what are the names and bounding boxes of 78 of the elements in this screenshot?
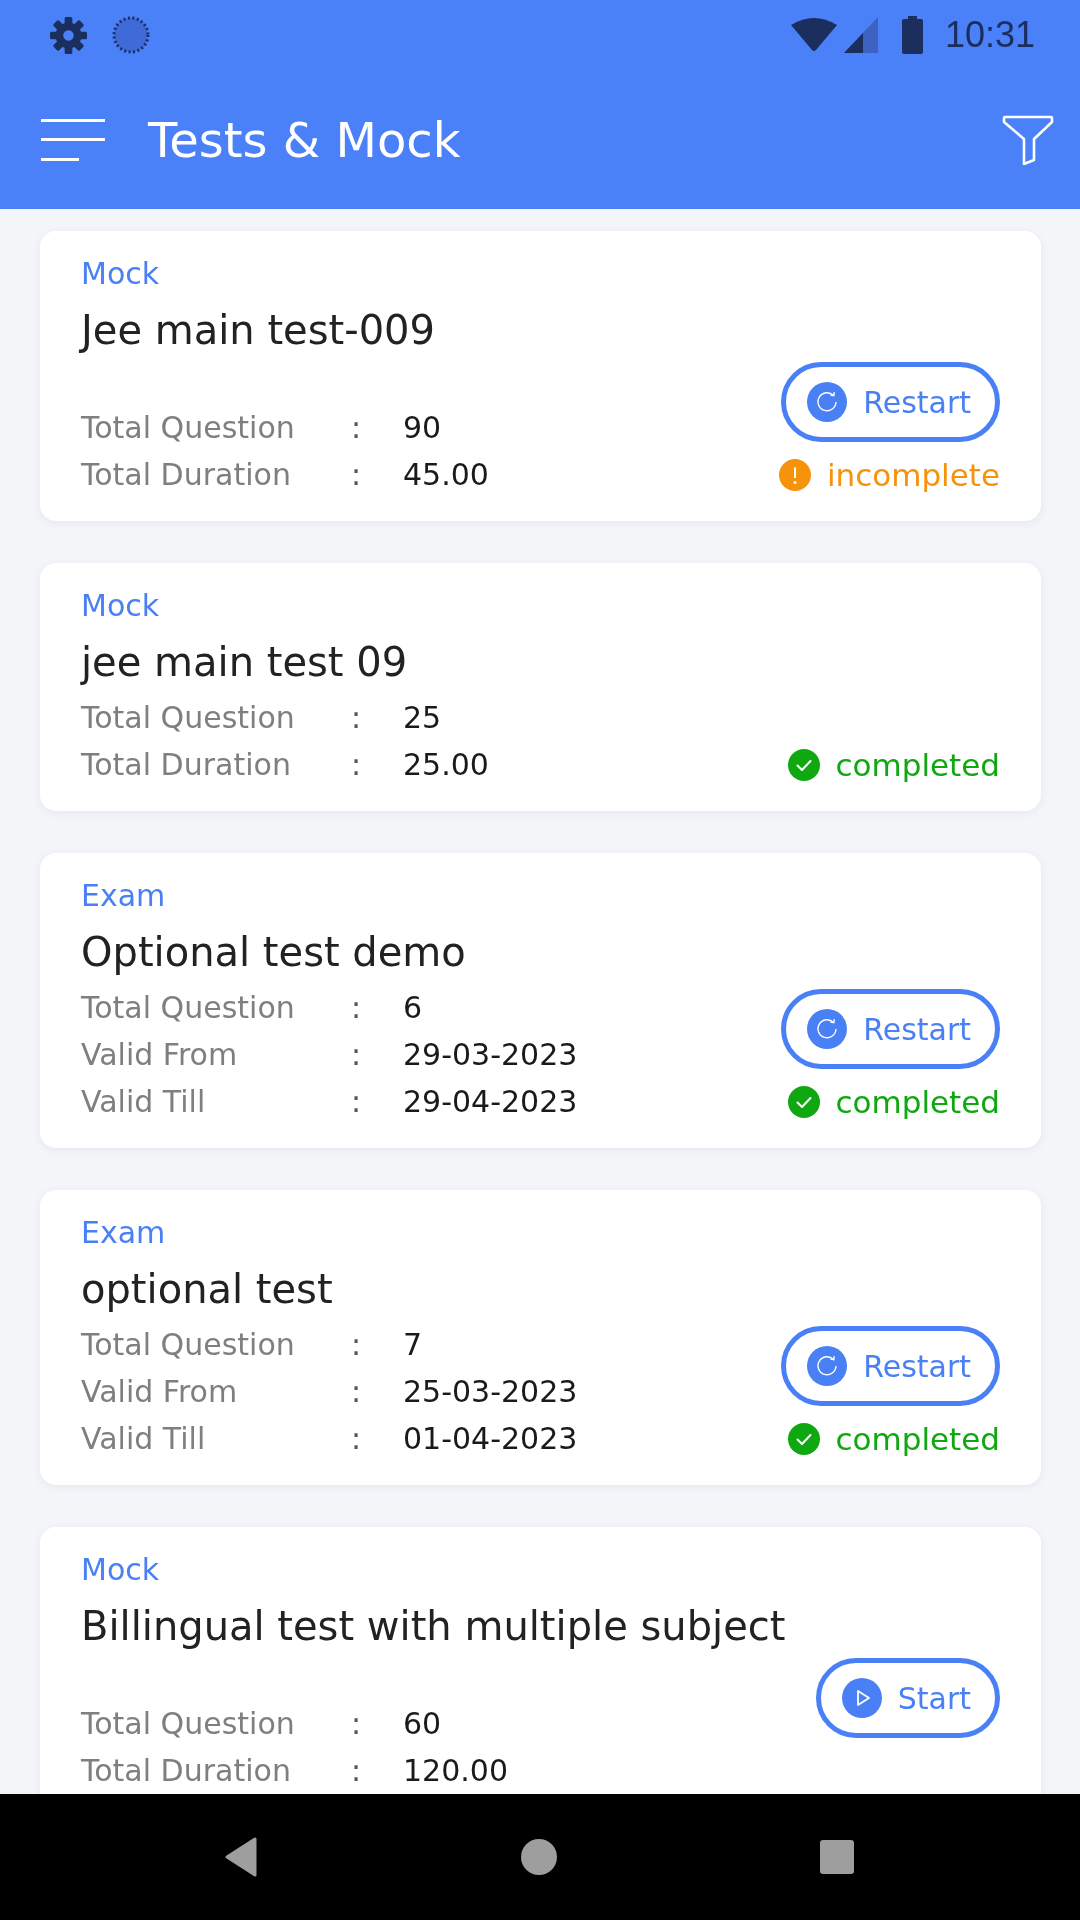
signal-icon	[843, 17, 878, 53]
detail-separator: :	[351, 1420, 362, 1458]
detail-separator: :	[351, 989, 362, 1027]
menu-icon[interactable]	[41, 118, 105, 161]
detail-label: Total Duration	[81, 1752, 291, 1790]
detail-separator: :	[351, 1705, 362, 1743]
spinner-icon	[112, 16, 150, 54]
check-icon	[787, 1422, 820, 1455]
restart-button[interactable]: Restart	[781, 989, 1000, 1069]
refresh-icon	[807, 1346, 848, 1386]
detail-label: Valid Till	[81, 1420, 206, 1458]
detail-label: Valid From	[81, 1373, 238, 1411]
test-card[interactable]: Exam Optional test demo Total Question : 6 Valid From : 29-03-2023 Valid Till : 29-04-2023 Restart completed	[40, 853, 1041, 1148]
check-icon	[787, 1085, 820, 1118]
test-type: Exam	[81, 877, 166, 915]
detail-label: Total Question	[81, 1705, 295, 1743]
detail-label: Total Duration	[81, 746, 291, 784]
test-title: Optional test demo	[81, 928, 466, 977]
filter-icon[interactable]	[1002, 114, 1054, 165]
status-time: 10:31	[944, 15, 1035, 55]
detail-value: 6	[403, 989, 423, 1027]
gear-icon	[50, 16, 87, 54]
detail-label: Total Question	[81, 699, 295, 737]
detail-separator: :	[351, 699, 362, 737]
detail-label: Total Duration	[81, 456, 291, 494]
battery-icon	[901, 16, 923, 54]
restart-button[interactable]: Restart	[781, 362, 1000, 442]
back-icon[interactable]	[225, 1837, 257, 1877]
detail-label: Valid Till	[81, 1083, 206, 1121]
detail-separator: :	[351, 1036, 362, 1074]
test-title: optional test	[81, 1265, 333, 1314]
play-icon	[841, 1678, 882, 1718]
test-card[interactable]: Mock Jee main test-009 Total Question : 90 Total Duration : 45.00 Restart incomplete	[40, 231, 1041, 521]
wifi-icon	[790, 18, 837, 52]
refresh-icon	[807, 382, 848, 422]
status-text: completed	[835, 1419, 1000, 1459]
detail-value: 120.00	[403, 1752, 508, 1790]
detail-separator: :	[351, 1083, 362, 1121]
home-icon[interactable]	[521, 1839, 557, 1875]
test-card[interactable]: Exam optional test Total Question : 7 Valid From : 25-03-2023 Valid Till : 01-04-2023 Restart completed	[40, 1190, 1041, 1485]
detail-separator: :	[351, 1752, 362, 1790]
status-text: incomplete	[826, 455, 1000, 495]
page-title: Tests & Mock	[148, 110, 462, 170]
detail-separator: :	[351, 456, 362, 494]
detail-value: 29-03-2023	[403, 1036, 578, 1074]
detail-label: Total Question	[81, 989, 295, 1027]
test-title: Jee main test-009	[81, 306, 435, 355]
refresh-icon	[807, 1009, 848, 1049]
test-title: Billingual test with multiple subject	[81, 1602, 786, 1651]
detail-value: 25.00	[403, 746, 489, 784]
exclamation-icon	[778, 458, 811, 491]
detail-value: 90	[403, 409, 442, 447]
detail-value: 25	[403, 699, 442, 737]
start-button[interactable]: Start	[815, 1658, 1000, 1738]
detail-separator: :	[351, 409, 362, 447]
detail-separator: :	[351, 1326, 362, 1364]
status-text: completed	[835, 745, 1000, 785]
test-type: Mock	[81, 255, 160, 293]
detail-value: 29-04-2023	[403, 1083, 578, 1121]
test-title: jee main test 09	[81, 638, 408, 687]
test-type: Mock	[81, 1551, 160, 1589]
check-icon	[787, 748, 820, 781]
detail-value: 45.00	[403, 456, 489, 494]
restart-button[interactable]: Restart	[781, 1326, 1000, 1406]
detail-label: Total Question	[81, 409, 295, 447]
detail-value: 01-04-2023	[403, 1420, 578, 1458]
detail-value: 7	[403, 1326, 423, 1364]
test-card[interactable]: Mock jee main test 09 Total Question : 25 Total Duration : 25.00 completed	[40, 563, 1041, 811]
status-text: completed	[835, 1082, 1000, 1122]
detail-value: 60	[403, 1705, 442, 1743]
detail-separator: :	[351, 746, 362, 784]
test-type: Exam	[81, 1214, 166, 1252]
test-card[interactable]: Mock Billingual test with multiple subject Total Question : 60 Total Duration : 120.00 Start	[40, 1527, 1041, 1794]
detail-separator: :	[351, 1373, 362, 1411]
detail-label: Valid From	[81, 1036, 238, 1074]
test-type: Mock	[81, 587, 160, 625]
detail-value: 25-03-2023	[403, 1373, 578, 1411]
detail-label: Total Question	[81, 1326, 295, 1364]
